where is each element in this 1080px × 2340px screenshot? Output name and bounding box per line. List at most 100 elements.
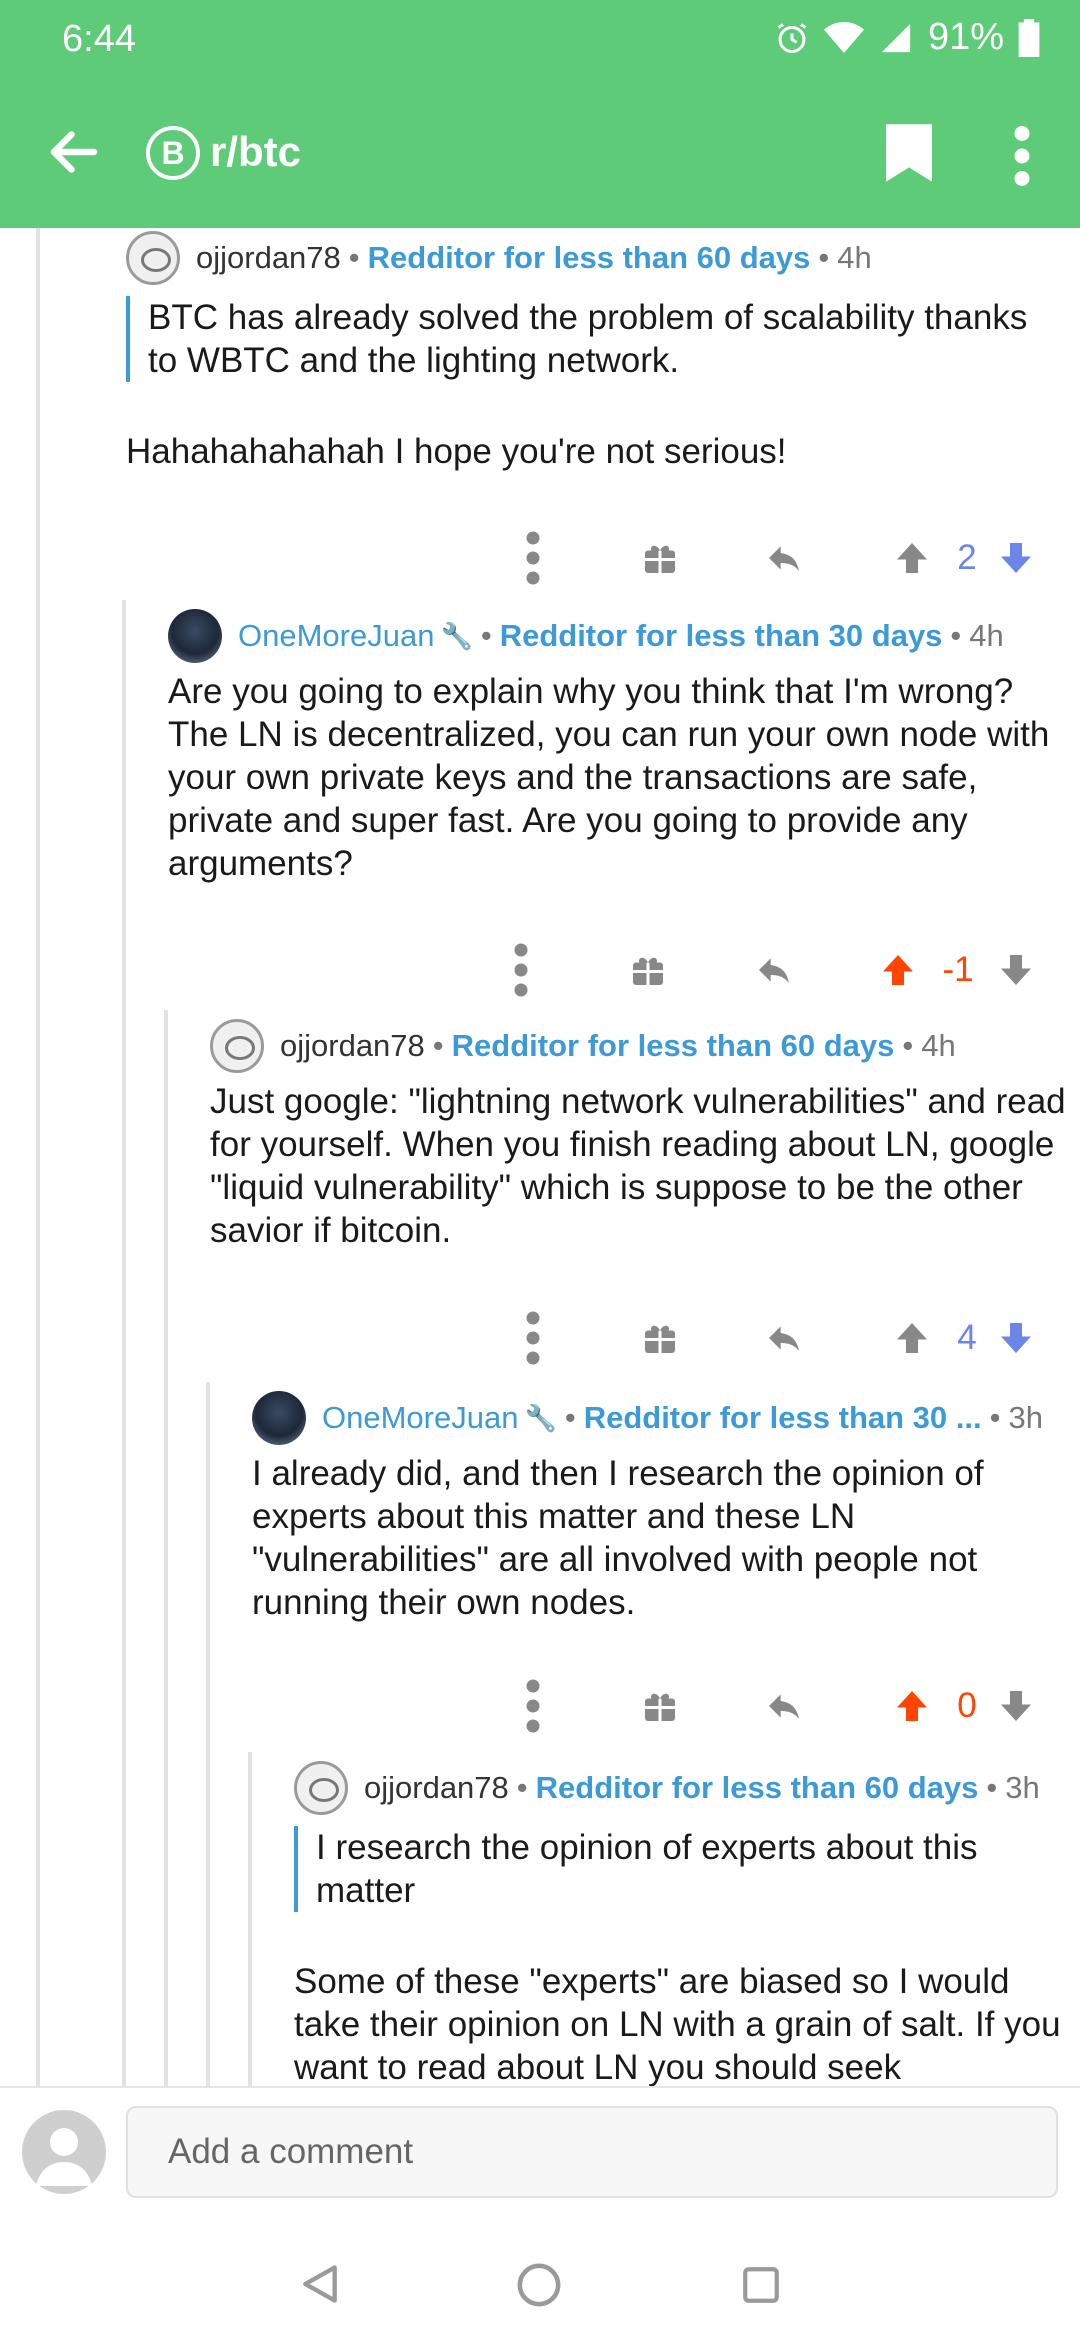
more-options-icon[interactable] (518, 1308, 548, 1368)
wrench-icon: 🔧 (440, 620, 473, 651)
comment-composer: Add a comment (0, 2086, 1080, 2226)
bitcoin-icon: B (146, 126, 200, 180)
nav-recents-icon[interactable] (740, 2264, 782, 2306)
username[interactable]: OneMoreJuan (322, 1400, 518, 1436)
user-avatar-icon (22, 2110, 106, 2194)
separator: • (986, 1770, 998, 1805)
status-bar: 6:44 91% (0, 0, 1080, 80)
downvote-icon[interactable] (998, 528, 1034, 588)
more-vert-icon[interactable] (1010, 126, 1034, 186)
gift-icon[interactable] (642, 528, 678, 588)
comment-age: 3h (1008, 1400, 1043, 1435)
avatar[interactable] (210, 1019, 264, 1073)
app-bar: B r/btc (0, 100, 1080, 210)
downvote-icon[interactable] (998, 940, 1034, 1000)
system-nav-bar (0, 2226, 1080, 2340)
separator: • (818, 240, 830, 275)
comment: ojjordan78 • Redditor for less than 60 d… (126, 230, 1046, 473)
comment-age: 3h (1005, 1770, 1040, 1805)
comment-actions: 0 (0, 1676, 1080, 1736)
back-arrow-icon[interactable] (44, 122, 104, 182)
username[interactable]: OneMoreJuan (238, 618, 434, 654)
reply-icon[interactable] (754, 940, 794, 1000)
thread-rail (248, 1752, 252, 2086)
nav-home-icon[interactable] (516, 2262, 562, 2308)
comment-actions: 2 (0, 528, 1080, 588)
separator: • (989, 1400, 1001, 1435)
nav-back-icon[interactable] (298, 2262, 342, 2306)
upvote-icon[interactable] (894, 1676, 930, 1736)
battery-icon (1018, 18, 1040, 57)
comment-age: 4h (969, 618, 1004, 653)
comment-body: I already did, and then I research the o… (252, 1454, 984, 1622)
comment-meta: OneMoreJuan 🔧 • Redditor for less than 3… (168, 608, 1068, 664)
thread-rail (36, 228, 40, 2086)
user-flair: Redditor for less than 60 days (367, 240, 811, 275)
vote-count: 2 (957, 538, 977, 577)
upvote-icon[interactable] (880, 940, 916, 1000)
add-comment-input[interactable]: Add a comment (126, 2106, 1058, 2198)
comment-actions: 4 (0, 1308, 1080, 1368)
comment-meta: ojjordan78 • Redditor for less than 60 d… (210, 1018, 1070, 1074)
separator: • (950, 618, 962, 653)
comment-meta: OneMoreJuan 🔧 • Redditor for less than 3… (252, 1390, 1070, 1446)
gift-icon[interactable] (642, 1676, 678, 1736)
vote-count: 0 (957, 1686, 977, 1725)
upvote-icon[interactable] (894, 1308, 930, 1368)
more-options-icon[interactable] (518, 1676, 548, 1736)
bookmark-icon[interactable] (886, 124, 932, 182)
separator: • (480, 618, 492, 653)
gift-icon[interactable] (630, 940, 666, 1000)
status-time: 6:44 (62, 18, 136, 60)
reply-icon[interactable] (764, 528, 804, 588)
user-flair: Redditor for less than 60 days (451, 1028, 895, 1063)
user-flair: Redditor for less than 30 ... (583, 1400, 982, 1435)
username[interactable]: ojjordan78 (364, 1770, 509, 1806)
gift-icon[interactable] (642, 1308, 678, 1368)
vote-count: 4 (957, 1318, 977, 1357)
quote-block: BTC has already solved the problem of sc… (126, 296, 1046, 382)
user-flair: Redditor for less than 30 days (499, 618, 943, 653)
comment: OneMoreJuan 🔧 • Redditor for less than 3… (168, 608, 1068, 885)
comment-age: 4h (837, 240, 872, 275)
reply-icon[interactable] (764, 1308, 804, 1368)
more-options-icon[interactable] (506, 940, 536, 1000)
wifi-icon (823, 21, 864, 53)
alarm-icon (777, 22, 807, 53)
vote-count: -1 (942, 950, 974, 989)
separator: • (432, 1028, 444, 1063)
signal-icon (881, 23, 911, 52)
more-options-icon[interactable] (518, 528, 548, 588)
comment-thread: ojjordan78 • Redditor for less than 60 d… (0, 228, 1080, 2086)
separator: • (902, 1028, 914, 1063)
comment-meta: ojjordan78 • Redditor for less than 60 d… (294, 1760, 1070, 1816)
avatar[interactable] (168, 609, 222, 663)
subreddit-title[interactable]: r/btc (210, 128, 301, 176)
separator: • (564, 1400, 576, 1435)
battery-percent: 91% (927, 16, 1004, 58)
avatar[interactable] (126, 231, 180, 285)
comment-body: Some of these "experts" are biased so I … (294, 1962, 1061, 2086)
top-header: 6:44 91% B r/btc (0, 0, 1080, 228)
separator: • (516, 1770, 528, 1805)
comment: ojjordan78 • Redditor for less than 60 d… (210, 1018, 1070, 1252)
user-flair: Redditor for less than 60 days (535, 1770, 979, 1805)
comment-actions: -1 (0, 940, 1080, 1000)
downvote-icon[interactable] (998, 1308, 1034, 1368)
comment-body: Just google: "lightning network vulnerab… (210, 1082, 1066, 1250)
comment-body: Hahahahahahah I hope you're not serious! (126, 432, 787, 471)
downvote-icon[interactable] (998, 1676, 1034, 1736)
username[interactable]: ojjordan78 (196, 240, 341, 276)
upvote-icon[interactable] (894, 528, 930, 588)
comment-age: 4h (921, 1028, 956, 1063)
comment: ojjordan78 • Redditor for less than 60 d… (294, 1760, 1070, 2086)
quote-block: I research the opinion of experts about … (294, 1826, 1070, 1912)
avatar[interactable] (252, 1391, 306, 1445)
avatar[interactable] (294, 1761, 348, 1815)
thread-rail (164, 1010, 168, 2086)
wrench-icon: 🔧 (524, 1402, 557, 1433)
reply-icon[interactable] (764, 1676, 804, 1736)
status-icons: 91% (774, 16, 1040, 59)
username[interactable]: ojjordan78 (280, 1028, 425, 1064)
separator: • (348, 240, 360, 275)
